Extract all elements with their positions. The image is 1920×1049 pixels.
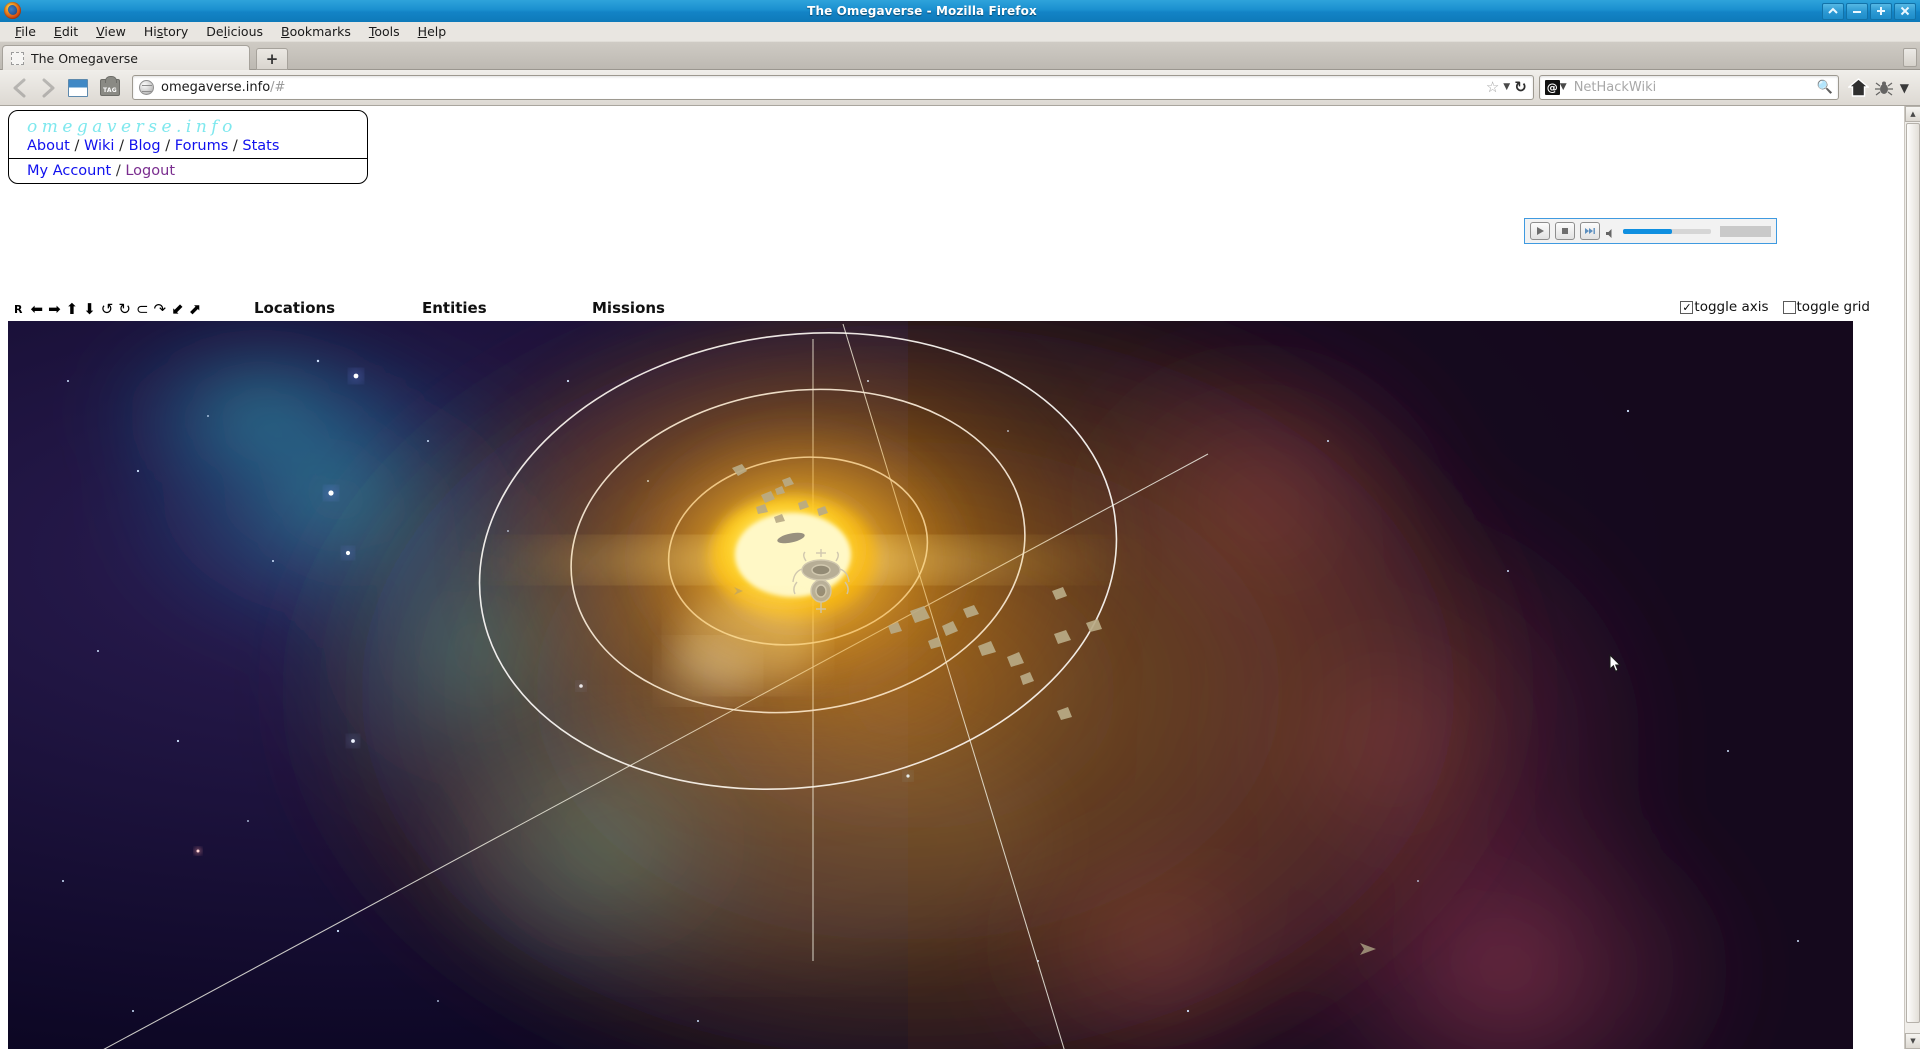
- downloads-icon: [68, 78, 88, 97]
- window-titlebar: The Omegaverse - Mozilla Firefox: [0, 0, 1920, 22]
- tab-strip: The Omegaverse +: [0, 42, 1920, 70]
- maximize-button[interactable]: [1870, 2, 1892, 20]
- account-row: My Account / Logout: [9, 158, 367, 183]
- bookmark-star-icon[interactable]: ☆: [1486, 80, 1499, 95]
- scrollbar-down-arrow[interactable]: ▼: [1905, 1033, 1920, 1049]
- main-nav: Locations Entities Missions: [0, 299, 1920, 321]
- fast-forward-button[interactable]: [1580, 222, 1600, 240]
- tab-favicon-icon: [11, 51, 24, 65]
- window-title: The Omegaverse - Mozilla Firefox: [807, 4, 1037, 18]
- downloads-button[interactable]: [63, 74, 93, 102]
- menu-edit[interactable]: Edit: [45, 23, 87, 40]
- site-header-panel: omegaverse.info About / Wiki / Blog / Fo…: [8, 110, 368, 184]
- browser-tab[interactable]: The Omegaverse: [2, 45, 250, 70]
- reload-icon[interactable]: ↻: [1514, 80, 1527, 95]
- search-bar[interactable]: @ ▼ NetHackWiki 🔍: [1538, 75, 1839, 100]
- shade-button[interactable]: [1822, 2, 1844, 20]
- tag-icon: TAG: [100, 76, 120, 96]
- stop-button[interactable]: [1555, 222, 1575, 240]
- link-stats[interactable]: Stats: [242, 138, 279, 154]
- playback-progress-bar[interactable]: [1720, 225, 1771, 237]
- link-about[interactable]: About: [27, 138, 70, 154]
- scrollbar-thumb[interactable]: [1906, 123, 1920, 1023]
- menu-bookmarks[interactable]: Bookmarks: [272, 23, 360, 40]
- bug-icon[interactable]: [1874, 80, 1894, 96]
- volume-slider-fill: [1623, 228, 1673, 234]
- site-logo: omegaverse.info: [27, 117, 237, 137]
- speaker-icon[interactable]: [1605, 225, 1616, 238]
- menu-file[interactable]: File: [6, 23, 45, 40]
- view-toggles: ✓ toggle axis toggle grid: [1680, 299, 1870, 315]
- solar-system-viewport[interactable]: [8, 321, 1853, 1049]
- navigation-toolbar: TAG omegaverse.info/# ☆ ▼ ↻ @ ▼ NetHackW…: [0, 70, 1920, 106]
- home-icon[interactable]: [1846, 78, 1870, 97]
- link-forums[interactable]: Forums: [175, 138, 229, 154]
- space-scene: [8, 321, 1853, 1049]
- audio-player: [1524, 218, 1777, 244]
- link-wiki[interactable]: Wiki: [84, 138, 114, 154]
- url-text: omegaverse.info/#: [161, 80, 1486, 95]
- toggle-grid-label: toggle grid: [1796, 299, 1870, 315]
- new-tab-button[interactable]: +: [256, 48, 288, 70]
- firefox-logo-icon: [4, 2, 22, 20]
- nav-tab-missions[interactable]: Missions: [592, 299, 665, 317]
- search-chevron-down-icon[interactable]: ▼: [1560, 83, 1567, 92]
- menu-tools[interactable]: Tools: [360, 23, 409, 40]
- toggle-grid[interactable]: toggle grid: [1782, 299, 1870, 315]
- site-nav-links: About / Wiki / Blog / Forums / Stats: [27, 138, 280, 154]
- link-blog[interactable]: Blog: [129, 138, 161, 154]
- volume-slider[interactable]: [1623, 228, 1711, 234]
- page-scrollbar[interactable]: ▲ ▼: [1904, 106, 1920, 1049]
- tab-label: The Omegaverse: [31, 50, 138, 66]
- url-bar[interactable]: omegaverse.info/# ☆ ▼ ↻: [132, 75, 1534, 100]
- toggle-axis-checkbox[interactable]: ✓: [1680, 300, 1694, 314]
- tab-list-button[interactable]: [1903, 48, 1917, 67]
- scrollbar-up-arrow[interactable]: ▲: [1905, 106, 1920, 122]
- url-path: /#: [270, 80, 286, 95]
- delicious-tag-button[interactable]: TAG: [95, 74, 125, 102]
- menu-delicious[interactable]: Delicious: [197, 23, 272, 40]
- link-my-account[interactable]: My Account: [27, 163, 111, 179]
- play-button[interactable]: [1530, 222, 1550, 240]
- minimize-button[interactable]: [1846, 2, 1868, 20]
- back-arrow-icon[interactable]: [7, 75, 33, 101]
- link-logout[interactable]: Logout: [125, 163, 175, 179]
- page-content: omegaverse.info About / Wiki / Blog / Fo…: [0, 106, 1920, 1049]
- menu-bar: File Edit View History Delicious Bookmar…: [0, 22, 1920, 42]
- toggle-axis[interactable]: ✓ toggle axis: [1680, 299, 1769, 315]
- nav-tab-entities[interactable]: Entities: [422, 299, 487, 317]
- close-button[interactable]: [1894, 2, 1916, 20]
- toggle-axis-label: toggle axis: [1694, 299, 1769, 315]
- window-controls: [1822, 2, 1916, 20]
- search-input[interactable]: NetHackWiki: [1574, 80, 1817, 95]
- forward-arrow-icon[interactable]: [35, 75, 61, 101]
- menu-help[interactable]: Help: [409, 23, 456, 40]
- search-icon[interactable]: 🔍: [1817, 80, 1833, 95]
- menu-history[interactable]: History: [135, 23, 197, 40]
- url-host: omegaverse.info: [161, 80, 271, 95]
- nav-tab-locations[interactable]: Locations: [254, 299, 335, 317]
- toggle-grid-checkbox[interactable]: [1782, 300, 1796, 314]
- toolbar-overflow-chevron-icon[interactable]: ▼: [1900, 81, 1909, 95]
- page-globe-icon: [139, 80, 154, 95]
- url-chevron-down-icon[interactable]: ▼: [1503, 83, 1510, 92]
- menu-view[interactable]: View: [87, 23, 135, 40]
- search-engine-icon[interactable]: @: [1544, 80, 1560, 95]
